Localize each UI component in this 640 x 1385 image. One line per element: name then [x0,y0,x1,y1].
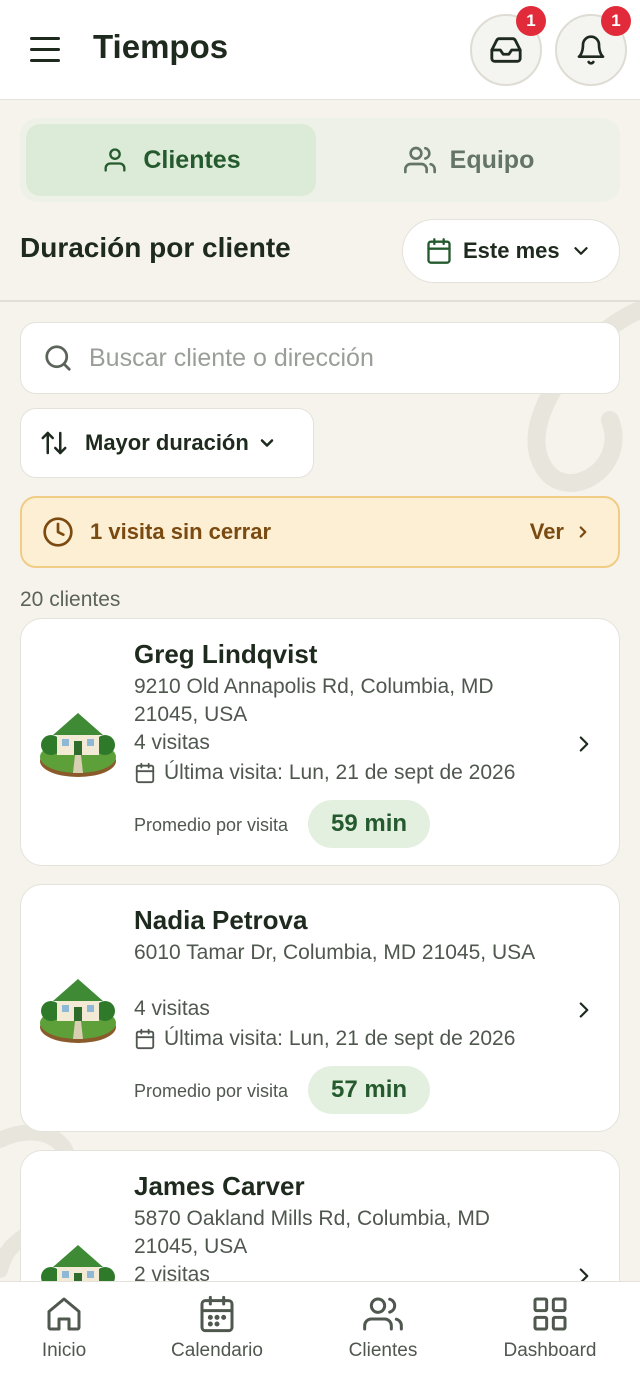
sort-label: Mayor duración [85,430,249,455]
calendar-icon [135,762,155,784]
tab-label: Equipo [449,145,535,174]
last-visit-text: Última visita: Lun, 21 de sept de 2026 [164,1027,516,1050]
alert-view-link[interactable]: Ver [530,519,592,545]
notifications-button[interactable]: 1 [555,6,631,86]
view-segmented-control: Clientes Equipo [20,118,620,202]
avg-duration-badge: 59 min [308,800,430,848]
section-title: Duración por cliente [20,232,291,263]
client-address: 6010 Tamar Dr, Columbia, MD 21045, USA [134,941,536,964]
client-address: 5870 Oakland Mills Rd, Columbia, MD 2104… [134,1207,490,1258]
chevron-right-icon [579,736,589,752]
clients-count: 20 clientes [20,588,121,611]
clock-icon [43,517,73,547]
nav-item-calendario[interactable]: Calendario [137,1294,297,1362]
avg-label: Promedio por visita [134,1081,289,1101]
client-last-visit: Última visita: Lun, 21 de sept de 2026 [134,1027,515,1051]
menu-icon-bar [30,48,60,51]
menu-icon-bar [30,37,60,40]
sort-dropdown[interactable]: Mayor duración [20,408,314,478]
avg-duration-badge: 57 min [308,1066,430,1114]
chevron-right-icon [579,526,587,538]
search-bar [20,322,620,394]
tab-equipo[interactable]: Equipo [324,124,614,196]
period-label: Este mes [463,238,560,263]
client-last-visit: Última visita: Lun, 21 de sept de 2026 [134,761,515,785]
client-address: 9210 Old Annapolis Rd, Columbia, MD 2104… [134,675,494,726]
tab-clientes[interactable]: Clientes [26,124,316,196]
last-visit-text: Última visita: Lun, 21 de sept de 2026 [164,761,516,784]
tab-label: Clientes [143,145,241,174]
client-visits: 4 visitas [134,997,210,1020]
client-card[interactable]: Greg Lindqvist 9210 Old Annapolis Rd, Co… [20,618,620,866]
sort-arrows-icon [41,431,67,455]
calendar-icon [200,1295,234,1333]
client-card[interactable]: Nadia Petrova 6010 Tamar Dr, Columbia, M… [20,884,620,1132]
bottom-navigation: Inicio Calendario Clientes Dashboard [0,1281,640,1385]
chevron-right-icon [579,1002,589,1018]
team-icon [403,146,436,174]
dashboard-icon [533,1297,567,1331]
calendar-icon [135,1028,155,1050]
inbox-badge: 1 [516,6,546,36]
client-visits: 4 visitas [134,731,210,754]
top-app-bar: Tiempos 1 1 [0,0,640,100]
period-dropdown[interactable]: Este mes [402,219,620,283]
person-icon [104,148,126,172]
search-input[interactable] [89,343,589,373]
nav-item-dashboard[interactable]: Dashboard [470,1294,630,1362]
client-name: Nadia Petrova [134,905,308,935]
nav-label: Calendario [171,1340,263,1361]
page-title: Tiempos [93,28,229,65]
chevron-down-icon [260,439,274,447]
search-icon [45,345,71,371]
chevron-down-icon [573,247,588,255]
inbox-icon [490,37,522,63]
house-thumbnail [40,713,116,777]
client-name: James Carver [134,1171,305,1201]
section-divider [0,300,640,302]
menu-button[interactable] [26,30,66,70]
calendar-icon [427,238,451,264]
menu-icon-bar [30,59,60,62]
nav-label: Clientes [348,1340,418,1361]
notifications-badge: 1 [601,6,631,36]
inbox-button[interactable]: 1 [470,6,546,86]
nav-label: Dashboard [503,1340,597,1361]
client-name: Greg Lindqvist [134,639,318,669]
alert-action-label: Ver [529,519,564,544]
avg-label: Promedio por visita [134,815,289,835]
house-thumbnail [40,979,116,1043]
clients-icon [363,1297,403,1331]
nav-item-clientes[interactable]: Clientes [303,1294,463,1362]
open-visit-alert[interactable]: 1 visita sin cerrar Ver [20,496,620,568]
alert-text: 1 visita sin cerrar [90,519,272,544]
nav-item-inicio[interactable]: Inicio [0,1294,144,1362]
home-icon [47,1297,81,1331]
bell-icon [577,35,605,65]
nav-label: Inicio [41,1340,87,1361]
